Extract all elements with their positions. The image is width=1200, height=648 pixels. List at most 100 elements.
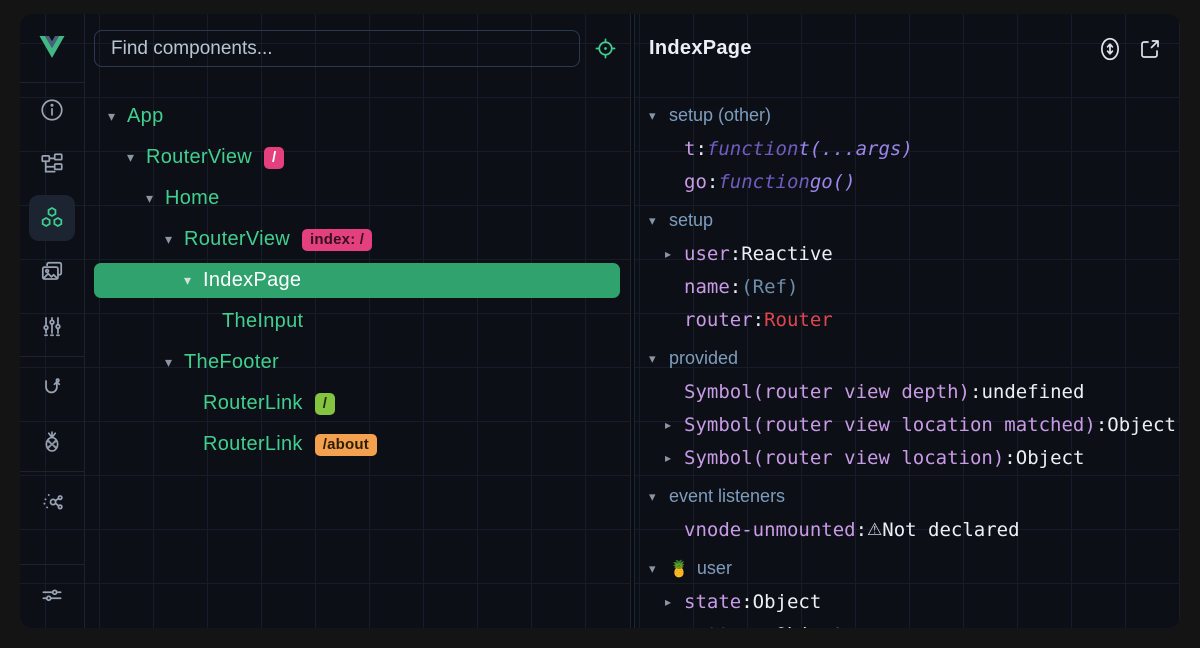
route-badge: / — [264, 147, 284, 169]
route-badge: index: / — [302, 229, 372, 251]
sidebar-item-components[interactable] — [20, 191, 84, 245]
key-value-separator: : — [695, 138, 706, 160]
assets-images-icon — [39, 259, 65, 285]
component-name: TheInput — [222, 310, 303, 333]
state-value-kw: function — [718, 171, 810, 193]
inspector-state[interactable]: ▾setup (other)t : function t(...args)go … — [635, 83, 1180, 628]
expand-toggle-icon[interactable]: ▾ — [108, 108, 127, 125]
section-collapse-icon[interactable]: ▾ — [649, 108, 669, 124]
state-row-Symbol-router-view-location-[interactable]: ▸Symbol(router view location) : Object — [649, 441, 1180, 474]
sidebar-item-settings[interactable] — [20, 568, 84, 622]
sidebar-divider — [20, 564, 84, 565]
key-value-separator: : — [856, 519, 867, 541]
section-label: event listeners — [669, 486, 785, 507]
sidebar-item-assets[interactable] — [20, 245, 84, 299]
section-collapse-icon[interactable]: ▾ — [649, 489, 669, 505]
state-key: Symbol(router view location) — [684, 447, 1004, 469]
sidebar-divider — [20, 356, 84, 357]
state-key: Symbol(router view location matched) — [684, 414, 1096, 436]
scroll-to-component-button[interactable] — [1096, 35, 1124, 63]
tree-row-routerview[interactable]: ▾RouterViewindex: / — [94, 219, 620, 260]
tree-row-routerview[interactable]: ▾RouterView/ — [94, 137, 620, 178]
key-value-separator: : — [730, 243, 741, 265]
state-row-user[interactable]: ▸user : Reactive — [649, 237, 1180, 270]
state-row-Symbol-router-view-location-matched-[interactable]: ▸Symbol(router view location matched) : … — [649, 408, 1180, 441]
vue-logo — [20, 14, 84, 83]
component-tree-panel: ▾App▾RouterView/▾Home▾RouterViewindex: /… — [85, 14, 630, 628]
state-row-state[interactable]: ▸state : Object — [649, 585, 1180, 618]
section-collapse-icon[interactable]: ▾ — [649, 213, 669, 229]
key-value-separator: : — [764, 624, 775, 629]
state-row-getters[interactable]: ▸getters : Object — [649, 618, 1180, 628]
key-value-separator: : — [707, 171, 718, 193]
expand-toggle-icon[interactable]: ▾ — [165, 354, 184, 371]
route-badge: /about — [315, 434, 377, 456]
section-label: provided — [669, 348, 738, 369]
open-in-editor-button[interactable] — [1136, 35, 1164, 63]
sidebar-item-options[interactable] — [20, 299, 84, 353]
key-value-separator: : — [741, 591, 752, 613]
key-value-separator: : — [1004, 447, 1015, 469]
expand-toggle-icon[interactable]: ▾ — [184, 272, 203, 289]
search-input[interactable] — [94, 30, 580, 67]
select-component-button[interactable] — [580, 29, 630, 69]
key-value-separator: : — [1096, 414, 1107, 436]
tree-row-indexpage[interactable]: ▾IndexPage — [94, 263, 620, 298]
inspector-title: IndexPage — [649, 37, 752, 60]
state-row-router[interactable]: router : Router — [649, 303, 1180, 336]
sidebar — [20, 14, 85, 628]
expand-toggle-icon[interactable]: ▾ — [165, 231, 184, 248]
expand-toggle-icon[interactable]: ▾ — [146, 190, 165, 207]
state-row-name[interactable]: name : (Ref) — [649, 270, 1180, 303]
section-collapse-icon[interactable]: ▾ — [649, 561, 669, 577]
hook-arrow-icon — [39, 374, 65, 400]
page-outline-icon — [39, 151, 65, 177]
expand-toggle-icon[interactable]: ▸ — [665, 628, 684, 629]
state-value-plain: Object — [776, 624, 845, 629]
tree-row-home[interactable]: ▾Home — [94, 178, 620, 219]
scroll-to-component-icon — [1098, 36, 1122, 62]
tree-row-routerlink[interactable]: RouterLink/about — [94, 424, 620, 465]
section-header-setup-other-[interactable]: ▾setup (other) — [649, 99, 1180, 132]
tree-header — [85, 14, 630, 83]
sidebar-item-outline[interactable] — [20, 137, 84, 191]
expand-toggle-icon[interactable]: ▸ — [665, 418, 684, 432]
component-name: App — [127, 105, 164, 128]
section-header-provided[interactable]: ▾provided — [649, 342, 1180, 375]
state-value-sig: go() — [810, 171, 856, 193]
section-header-user[interactable]: ▾🍍user — [649, 552, 1180, 585]
inspector-actions — [1096, 35, 1164, 63]
state-key: Symbol(router view depth) — [684, 381, 970, 403]
section-label: user — [697, 558, 732, 579]
state-value-plain: Object — [1016, 447, 1085, 469]
section-collapse-icon[interactable]: ▾ — [649, 351, 669, 367]
settings-sliders-icon — [39, 582, 65, 608]
sidebar-item-pinia[interactable] — [20, 414, 84, 468]
state-value-ref: (Ref) — [741, 276, 798, 298]
sidebar-item-hooks[interactable] — [20, 360, 84, 414]
tree-row-routerlink[interactable]: RouterLink/ — [94, 383, 620, 424]
sidebar-item-info[interactable] — [20, 83, 84, 137]
state-row-t[interactable]: t : function t(...args) — [649, 132, 1180, 165]
tree-row-theinput[interactable]: TheInput — [94, 301, 620, 342]
sidebar-item-graph[interactable] — [20, 475, 84, 529]
tree-row-thefooter[interactable]: ▾TheFooter — [94, 342, 620, 383]
component-tree[interactable]: ▾App▾RouterView/▾Home▾RouterViewindex: /… — [85, 83, 630, 628]
expand-toggle-icon[interactable]: ▸ — [665, 451, 684, 465]
expand-toggle-icon[interactable]: ▾ — [127, 149, 146, 166]
target-icon — [594, 37, 617, 60]
state-value-red: Router — [764, 309, 833, 331]
state-value-plain: Object — [753, 591, 822, 613]
expand-toggle-icon[interactable]: ▸ — [665, 595, 684, 609]
state-row-go[interactable]: go : function go() — [649, 165, 1180, 198]
tree-row-app[interactable]: ▾App — [94, 96, 620, 137]
expand-toggle-icon[interactable]: ▸ — [665, 247, 684, 261]
state-row-Symbol-router-view-depth-[interactable]: Symbol(router view depth) : undefined — [649, 375, 1180, 408]
state-value-kw: function — [707, 138, 799, 160]
component-name: Home — [165, 187, 220, 210]
section-label: setup — [669, 210, 713, 231]
section-header-event-listeners[interactable]: ▾event listeners — [649, 480, 1180, 513]
state-row-vnode-unmounted[interactable]: vnode-unmounted : ⚠ Not declared — [649, 513, 1180, 546]
section-header-setup[interactable]: ▾setup — [649, 204, 1180, 237]
route-badge: / — [315, 393, 335, 415]
